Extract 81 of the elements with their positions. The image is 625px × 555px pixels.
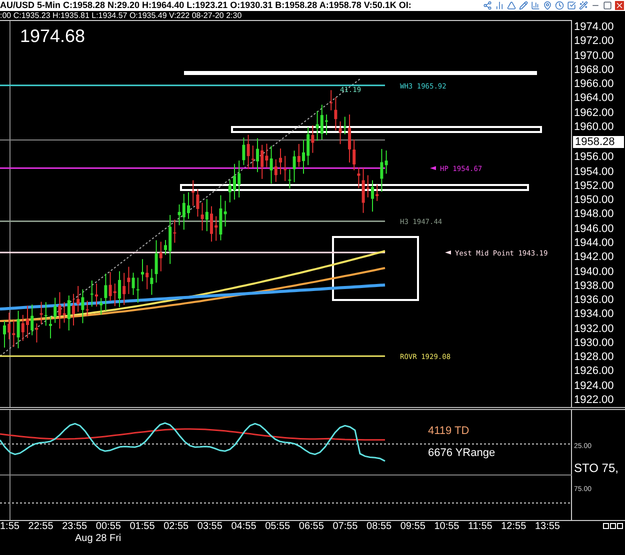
time-tick: 02:55 (164, 521, 189, 533)
time-tick: 13:55 (534, 521, 560, 533)
arrow-icon (430, 166, 436, 170)
time-tick: 03:55 (197, 521, 222, 533)
time-tick: 04:55 (231, 521, 256, 533)
arrow-icon (445, 250, 451, 254)
pin-icon[interactable] (543, 1, 552, 10)
price-tick: 1936.00 (573, 294, 615, 306)
triangle-icon[interactable] (507, 1, 516, 10)
price-tick: 1940.00 (573, 266, 615, 278)
time-tick: 01:55 (130, 521, 155, 533)
time-tick: 06:55 (298, 521, 324, 533)
price-tick: 1966.00 (573, 78, 615, 90)
candlestick (141, 258, 144, 282)
price-tick: 1964.00 (573, 92, 615, 104)
candlestick (72, 293, 75, 326)
indicator-label: 4119 TD (428, 424, 470, 438)
last-price: 1974.68 (20, 25, 86, 48)
candlestick (3, 320, 6, 348)
candlestick (325, 114, 328, 136)
candlestick (371, 180, 374, 212)
chart-icon[interactable] (495, 1, 504, 10)
indicator-label: 6676 YRange (428, 446, 496, 460)
bar-info: :00 C:1935.23 H:1935.81 L:1934.57 O:1935.49 V:222 08-27-20 2:30 (0, 11, 242, 20)
candlestick (279, 148, 282, 175)
price-tick: 1942.00 (573, 251, 615, 264)
time-tick: 12:55 (501, 521, 526, 533)
time-tick: 10:55 (434, 521, 460, 533)
candlestick (26, 305, 29, 339)
clock-icon[interactable] (555, 1, 564, 10)
price-tick: 1952.00 (573, 180, 615, 192)
share-icon[interactable] (483, 1, 492, 10)
price-tick: 1934.00 (573, 308, 615, 320)
candlestick (187, 192, 190, 220)
candlestick (210, 206, 213, 242)
candlestick (164, 240, 167, 256)
price-tick: 1972.00 (573, 35, 615, 48)
time-tick: 11:55 (468, 521, 492, 533)
candlestick (95, 282, 98, 308)
time-tick: 1:55 (0, 521, 20, 533)
close-icon[interactable] (615, 1, 624, 10)
candlestick (233, 163, 236, 200)
time-tick: 09:55 (400, 521, 426, 533)
price-tick: 1962.00 (573, 106, 615, 119)
candlestick (302, 139, 305, 174)
price-tick: 1960.00 (573, 120, 615, 133)
price-tick: 1930.00 (573, 336, 615, 349)
time-tick: 23:55 (62, 521, 88, 533)
wand-icon[interactable] (579, 1, 588, 10)
price-tick: 1922.00 (573, 394, 615, 406)
price-tick: 1954.00 (573, 166, 615, 178)
price-tick: 1956.00 (573, 151, 615, 164)
candlestick (348, 114, 351, 164)
time-tick: 08:55 (366, 521, 392, 533)
indicator-axis-label: STO 75, (574, 461, 620, 475)
time-tick: 05:55 (265, 521, 290, 533)
time-tick: 22:55 (28, 521, 54, 533)
candlestick (118, 270, 121, 308)
quote-line: AU/USD 5-Min C:1958.28 N:29.20 H:1964.40 L:1923.21 O:1930.31 B:1958.28 A:1958.78 V:50.1K OI: (0, 0, 412, 11)
maximize-icon[interactable] (603, 1, 612, 10)
candlestick (256, 138, 259, 173)
price-tick: 1970.00 (573, 50, 615, 62)
date-label: Aug 28 Fri (75, 533, 122, 545)
price-tick: 1928.00 (573, 351, 615, 364)
price-tick: 1948.00 (573, 208, 615, 220)
price-tick: 1950.00 (573, 194, 615, 206)
candlestick (49, 315, 52, 339)
price-tick: 1926.00 (573, 365, 615, 378)
price-tick: 1968.00 (573, 64, 615, 76)
time-tick: 07:55 (332, 521, 358, 533)
price-tick: 1974.00 (573, 21, 615, 33)
time-tick: 00:55 (96, 521, 121, 533)
bar-chart-icon[interactable] (531, 1, 540, 10)
price-tick: 1946.00 (573, 222, 615, 235)
price-tick: 1944.00 (573, 236, 615, 249)
current-price-tag: 1958.28 (572, 135, 625, 150)
price-tick: 1924.00 (573, 380, 615, 392)
checkbox-icon[interactable] (567, 1, 576, 10)
price-tick: 1932.00 (573, 322, 615, 335)
price-tick: 1938.00 (573, 280, 615, 292)
pencil-icon[interactable] (519, 1, 528, 10)
